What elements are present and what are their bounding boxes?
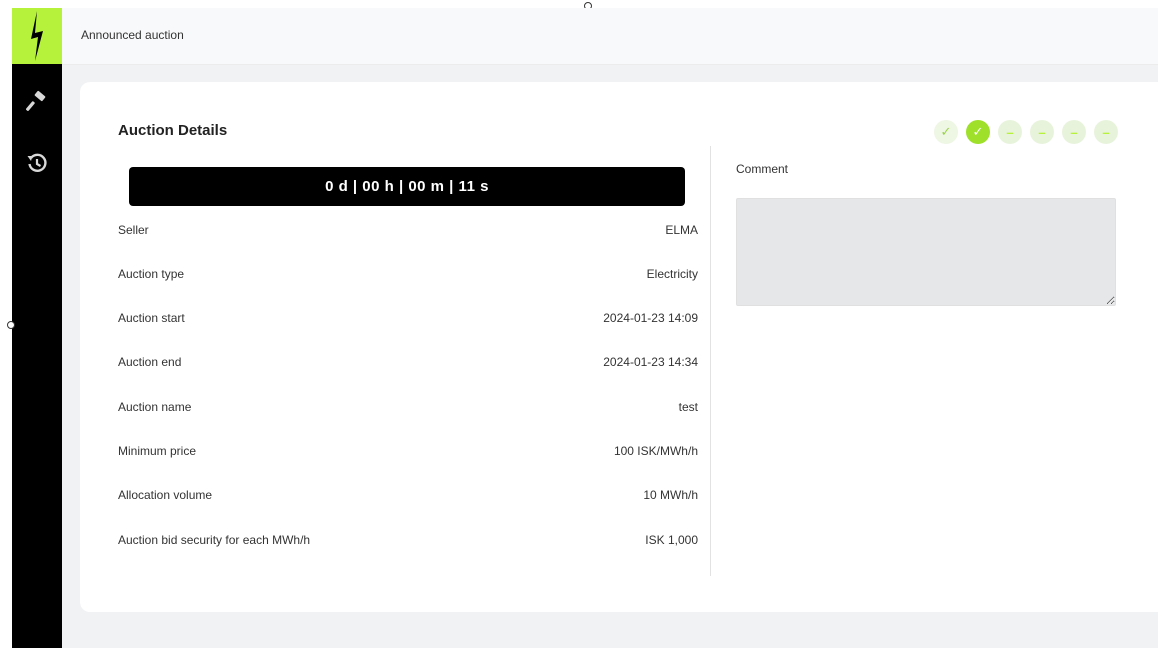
detail-label: Seller [118, 223, 149, 237]
logo[interactable] [12, 8, 62, 64]
detail-value: Electricity [646, 267, 698, 281]
detail-row-seller: Seller ELMA [118, 223, 698, 243]
step-indicator-1: ✓ [934, 120, 958, 144]
detail-value: ELMA [665, 223, 698, 237]
resize-handle [7, 321, 15, 329]
sidebar-item-history[interactable] [12, 148, 62, 178]
detail-label: Auction end [118, 355, 182, 369]
step-indicator-3: – [998, 120, 1022, 144]
detail-row-auction-name: Auction name test [118, 400, 698, 420]
card-heading: Auction Details [118, 122, 228, 139]
comment-label: Comment [736, 162, 789, 176]
detail-value: 2024-01-23 14:09 [603, 311, 698, 325]
auction-details-card: Auction Details ✓ ✓ – – – – 0 d | 00 h |… [80, 82, 1158, 612]
detail-label: Auction start [118, 311, 185, 325]
detail-label: Auction bid security for each MWh/h [118, 533, 311, 547]
sidebar [12, 8, 62, 648]
detail-label: Minimum price [118, 444, 197, 458]
step-indicator-5: – [1062, 120, 1086, 144]
countdown-timer: 0 d | 00 h | 00 m | 11 s [129, 167, 685, 206]
page-title: Announced auction [81, 28, 184, 42]
detail-row-allocation-volume: Allocation volume 10 MWh/h [118, 488, 698, 508]
detail-value: ISK 1,000 [645, 533, 698, 547]
detail-row-auction-type: Auction type Electricity [118, 267, 698, 287]
detail-row-minimum-price: Minimum price 100 ISK/MWh/h [118, 444, 698, 464]
detail-value: 100 ISK/MWh/h [613, 444, 698, 458]
detail-value: 10 MWh/h [643, 488, 698, 502]
detail-label: Allocation volume [118, 488, 213, 502]
main-area: Announced auction Auction Details ✓ ✓ – … [62, 8, 1158, 648]
step-indicator-6: – [1094, 120, 1118, 144]
detail-label: Auction type [118, 267, 185, 281]
step-indicator-4: – [1030, 120, 1054, 144]
detail-row-bid-security: Auction bid security for each MWh/h ISK … [118, 533, 698, 553]
detail-label: Auction name [118, 400, 192, 414]
comment-textarea[interactable] [736, 198, 1116, 306]
detail-value: 2024-01-23 14:34 [603, 355, 698, 369]
hammer-icon [26, 90, 46, 111]
detail-row-auction-end: Auction end 2024-01-23 14:34 [118, 355, 698, 375]
progress-steps: ✓ ✓ – – – – [934, 120, 1118, 144]
history-icon [27, 153, 47, 172]
column-divider [710, 146, 711, 576]
top-bar: Announced auction [62, 8, 1158, 65]
sidebar-item-auctions[interactable] [12, 86, 62, 116]
step-indicator-2: ✓ [966, 120, 990, 144]
detail-value: test [678, 400, 698, 414]
lightning-bolt-icon [31, 11, 43, 61]
detail-row-auction-start: Auction start 2024-01-23 14:09 [118, 311, 698, 331]
